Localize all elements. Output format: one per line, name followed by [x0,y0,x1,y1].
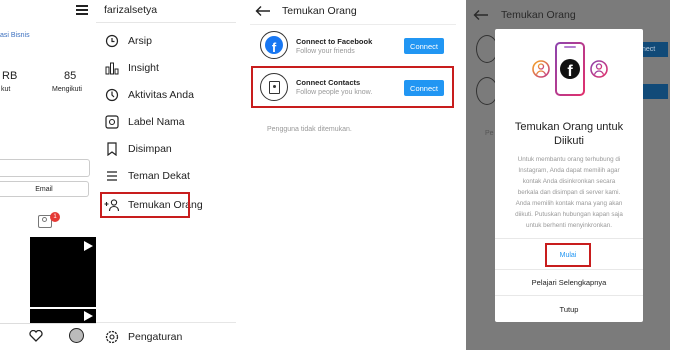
dialog-divider [495,238,643,239]
gear-icon [104,329,120,345]
archive-icon [104,33,120,49]
dialog-divider [495,295,643,296]
menu-item-insights[interactable]: Insight [104,57,159,79]
nametag-icon [104,114,120,130]
dialog-body-line: Instagram, Anda dapat memilih agar [518,167,620,174]
business-link[interactable]: asi Bisnis [0,32,30,39]
header-divider [250,24,456,25]
menu-item-nametag[interactable]: Label Nama [104,111,185,133]
bar-chart-icon [104,60,120,76]
back-arrow-icon[interactable] [255,5,271,17]
followers-count: RB [2,70,18,82]
settings-label: Pengaturan [128,331,183,343]
menu-label: Disimpan [128,143,172,155]
profile-avatar-icon[interactable] [69,328,84,343]
play-icon [84,311,93,321]
menu-item-archive[interactable]: Arsip [104,30,152,52]
menu-label: Aktivitas Anda [128,89,194,101]
video-thumbnail[interactable] [30,237,96,307]
profile-background: asi Bisnis RB kut 85 Mengikuti Email 1 [0,0,96,350]
menu-divider [96,322,236,323]
dialog-body-line: Untuk membantu orang terhubung di [517,156,621,163]
empty-state-text: Pe [485,130,494,137]
empty-state-text: Pengguna tidak ditemukan. [267,126,352,133]
dialog-heading: Diikuti [554,135,584,147]
menu-label: Arsip [128,35,152,47]
bottom-nav-divider [0,323,96,324]
close-button[interactable]: Tutup [495,300,643,318]
page-title: Temukan Orang [501,9,576,21]
edit-profile-field[interactable] [0,159,90,177]
video-thumbnail[interactable] [30,309,96,323]
hamburger-icon[interactable] [76,5,88,15]
dialog-body-line: Anda memilih kontak mana yang akan [515,200,623,207]
followers-label: kut [1,86,11,93]
menu-username: farizalsetya [104,4,158,16]
connect-facebook-row[interactable]: f Connect to Facebook Follow your friend… [250,27,456,67]
menu-item-saved[interactable]: Disimpan [104,138,172,160]
dialog-body-line: untuk berhenti menyinkronkan. [525,222,613,229]
dialog-body-line: kontak Anda disinkronkan secara [522,178,616,185]
row-subtitle: Follow your friends [296,48,355,55]
play-icon [84,241,93,251]
discover-dialog-panel: Temukan Orang nect Pe f Temukan Orang un… [466,0,670,350]
activity-icon [104,87,120,103]
menu-item-close-friends[interactable]: Teman Dekat [104,165,190,187]
discover-people-dialog: f Temukan Orang untuk Diikuti Untuk memb… [495,29,643,322]
learn-more-button[interactable]: Pelajari Selengkapnya [495,273,643,291]
highlight-box [545,243,591,267]
highlight-box [100,192,190,218]
notification-badge: 1 [50,212,60,222]
profile-menu-panel: asi Bisnis RB kut 85 Mengikuti Email 1 f… [0,0,236,350]
connect-button: nect [642,42,668,57]
phone-facebook-illustration: f [532,42,608,96]
following-count: 85 [64,70,77,82]
settings-item[interactable]: Pengaturan [104,326,182,348]
dialog-body-line: diikuti. Putuskan hubungan kapan saja [515,211,623,218]
highlight-box [251,66,454,108]
close-friends-list-icon [104,168,120,184]
menu-item-activity[interactable]: Aktivitas Anda [104,84,194,106]
page-title: Temukan Orang [282,5,357,17]
row-title: Connect to Facebook [296,37,373,46]
connect-button[interactable]: Connect [404,38,444,54]
dialog-divider [495,269,643,270]
dialog-body-line: berkala dan disimpan di server kami. [517,189,621,196]
email-button[interactable]: Email [0,181,89,197]
back-arrow-icon[interactable] [473,9,489,21]
heart-icon[interactable] [29,330,43,342]
discover-people-panel: Temukan Orang f Connect to Facebook Foll… [250,0,456,350]
following-label[interactable]: Mengikuti [52,86,82,93]
svg-text:f: f [567,63,573,80]
menu-label: Label Nama [128,116,185,128]
menu-label: Insight [128,62,159,74]
connect-button [642,84,668,99]
menu-divider [96,22,236,23]
menu-label: Teman Dekat [128,170,190,182]
facebook-icon: f [260,31,288,59]
bookmark-icon [104,141,120,157]
dialog-heading: Temukan Orang untuk [514,121,624,133]
